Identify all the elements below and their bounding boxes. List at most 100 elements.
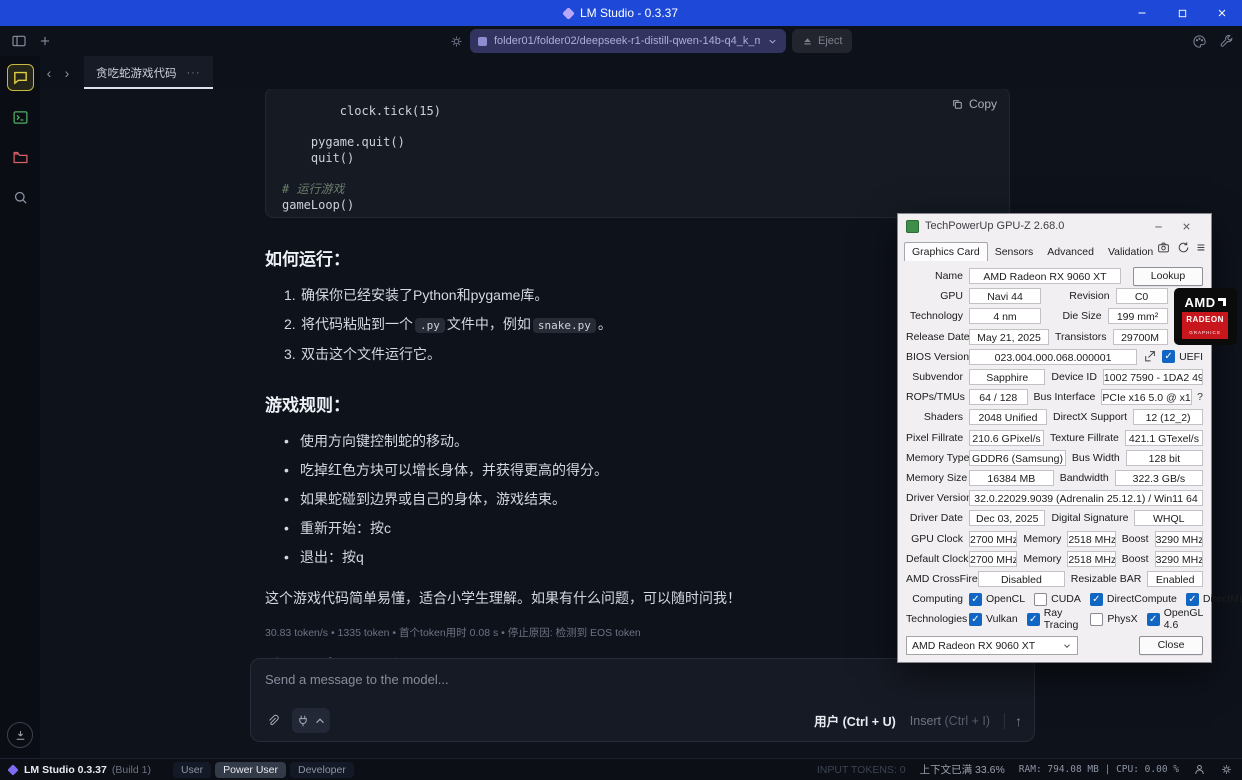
attach-file-paperclip-icon[interactable] — [260, 708, 286, 733]
settings-gear-icon[interactable] — [1220, 763, 1233, 776]
tab-sensors[interactable]: Sensors — [988, 243, 1041, 261]
field-label: Bandwidth — [1059, 471, 1109, 484]
field-label: Technology — [909, 310, 963, 323]
refresh-icon[interactable] — [1177, 241, 1190, 254]
tab-graphics-card[interactable]: Graphics Card — [904, 242, 988, 261]
cuda-checkbox[interactable] — [1034, 592, 1048, 606]
toggle-sidebar-icon[interactable] — [6, 29, 32, 53]
tab-advanced[interactable]: Advanced — [1040, 243, 1101, 261]
directx-value: 12 (12_2) — [1133, 409, 1203, 426]
gpuz-titlebar: TechPowerUp GPU-Z 2.68.0 — [898, 214, 1211, 238]
minimize-button[interactable] — [1122, 0, 1162, 26]
gpuz-close-footer-button[interactable]: Close — [1139, 636, 1203, 655]
vulkan-checkbox[interactable] — [969, 612, 982, 626]
model-settings-gear-icon[interactable] — [443, 29, 469, 53]
mode-user[interactable]: User — [172, 761, 212, 778]
close-button[interactable] — [1202, 0, 1242, 26]
lookup-button[interactable]: Lookup — [1133, 266, 1203, 286]
new-chat-button[interactable] — [32, 29, 58, 53]
field-label: Technologies — [906, 613, 968, 626]
gpuz-close-button[interactable] — [1181, 221, 1203, 232]
card-select-dropdown[interactable]: AMD Radeon RX 9060 XT — [906, 636, 1078, 655]
memory-size-value: 16384 MB — [969, 469, 1054, 486]
tab-validation[interactable]: Validation — [1101, 243, 1160, 261]
history-forward-icon[interactable]: › — [58, 65, 76, 81]
app-version: LM Studio 0.3.37 — [24, 763, 107, 776]
eject-label: Eject — [818, 35, 843, 47]
field-label: Revision — [1069, 290, 1110, 303]
resource-usage-label: RAM: 794.08 MB | CPU: 0.00 % — [1018, 764, 1179, 775]
export-bios-icon[interactable] — [1137, 350, 1162, 363]
user-role-toggle[interactable]: 用户 (Ctrl + U) — [814, 711, 896, 730]
code-block: Copy clock.tick(15) pygame.quit() quit()… — [265, 88, 1010, 218]
gpuz-minimize-button[interactable] — [1153, 221, 1175, 232]
field-label: ROPs/TMUs — [906, 391, 965, 404]
chevron-down-icon — [769, 39, 776, 44]
screenshot-camera-icon[interactable] — [1157, 241, 1170, 254]
step-number: 2. — [284, 316, 296, 332]
build-label: (Build 1) — [111, 763, 151, 776]
field-label: Computing — [912, 593, 963, 606]
menu-hamburger-icon[interactable]: ≡ — [1197, 240, 1205, 254]
left-sidebar — [0, 56, 40, 758]
field-label: GPU Clock — [911, 532, 963, 545]
subvendor-value: Sapphire — [969, 369, 1046, 386]
raytracing-checkbox[interactable] — [1026, 612, 1040, 626]
gpu-clock-value: 2700 MHz — [969, 530, 1018, 547]
window-controls — [1122, 0, 1242, 26]
input-tokens-label: INPUT TOKENS: 0 — [816, 763, 906, 776]
eject-model-button[interactable]: Eject — [792, 29, 853, 53]
insert-toggle[interactable]: Insert (Ctrl + I) — [910, 714, 990, 728]
eject-icon — [804, 37, 811, 45]
copy-code-button[interactable]: Copy — [951, 97, 997, 111]
uefi-label: UEFI — [1179, 350, 1203, 363]
user-account-icon[interactable] — [1193, 763, 1206, 776]
physx-checkbox[interactable] — [1090, 612, 1104, 626]
model-selector[interactable]: folder01/folder02/deepseek-r1-distill-qw… — [470, 29, 786, 53]
field-label: Device ID — [1051, 371, 1097, 384]
field-label: Subvendor — [912, 371, 963, 384]
field-label: Boost — [1121, 532, 1149, 545]
die-size-value: 199 mm² — [1107, 308, 1168, 325]
window-titlebar: LM Studio - 0.3.37 — [0, 0, 1242, 26]
message-composer: 用户 (Ctrl + U) Insert (Ctrl + I) ↑ — [250, 658, 1035, 742]
maximize-button[interactable] — [1162, 0, 1202, 26]
chat-tab[interactable]: 贪吃蛇游戏代码 ··· — [84, 56, 213, 89]
pixel-fillrate-value: 210.6 GPixel/s — [969, 429, 1045, 446]
message-input[interactable] — [251, 659, 1034, 699]
directml-checkbox[interactable] — [1185, 592, 1199, 606]
field-label: Digital Signature — [1051, 512, 1129, 525]
sidebar-my-models-folder-icon[interactable] — [7, 144, 34, 171]
driver-version-value: 32.0.22029.9039 (Adrenalin 25.12.1) / Wi… — [969, 490, 1203, 507]
sidebar-developer-terminal-icon[interactable] — [7, 104, 34, 131]
sidebar-chat-icon[interactable] — [6, 64, 34, 91]
uefi-checkbox[interactable] — [1162, 350, 1176, 364]
opengl-checkbox[interactable] — [1146, 612, 1160, 626]
mode-power-user[interactable]: Power User — [215, 761, 286, 778]
bus-interface-help-icon[interactable]: ? — [1192, 391, 1203, 403]
plugins-plug-icon[interactable] — [292, 708, 330, 733]
checkbox-label: OpenGL 4.6 — [1163, 607, 1203, 632]
field-label: Bus Interface — [1033, 391, 1096, 404]
tab-options-icon[interactable]: ··· — [187, 67, 201, 79]
code-line: gameLoop() — [282, 197, 355, 212]
bus-width-value: 128 bit — [1125, 449, 1203, 466]
developer-tools-wrench-icon[interactable] — [1219, 34, 1234, 49]
mode-developer[interactable]: Developer — [290, 761, 354, 778]
directcompute-checkbox[interactable] — [1089, 592, 1103, 606]
resizable-bar-value: Enabled — [1147, 570, 1203, 587]
field-label: GPU — [940, 290, 963, 303]
digital-signature-value: WHQL — [1134, 510, 1203, 527]
theme-palette-icon[interactable] — [1192, 34, 1207, 49]
history-back-icon[interactable]: ‹ — [40, 65, 58, 81]
send-button[interactable]: ↑ — [1004, 712, 1022, 729]
crossfire-value: Disabled — [978, 570, 1065, 587]
field-label: Transistors — [1055, 330, 1107, 343]
step-text: 将代码粘贴到一个 .py 文件中，例如 snake.py。 — [301, 316, 612, 333]
sidebar-discover-search-icon[interactable] — [7, 184, 34, 211]
amd-radeon-logo: AMD RADEON GRAPHICS — [1173, 288, 1237, 346]
field-label: Default Clock — [906, 552, 969, 565]
downloads-icon[interactable] — [7, 722, 33, 748]
opencl-checkbox[interactable] — [969, 592, 982, 606]
checkbox-label: DirectCompute — [1106, 593, 1177, 606]
